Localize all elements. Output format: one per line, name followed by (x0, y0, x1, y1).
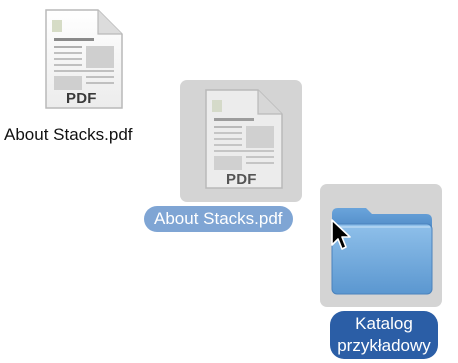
desktop: PDF About Stacks.pdf PDF About Stacks.pd… (0, 0, 458, 363)
pdf-file-icon[interactable]: PDF (36, 8, 132, 114)
pdf-badge: PDF (66, 90, 97, 107)
file-label-dragged[interactable]: About Stacks.pdf (144, 206, 293, 232)
folder-label[interactable]: Katalog przykładowy (330, 311, 438, 359)
pdf-file-icon-dragged[interactable]: PDF (196, 88, 292, 194)
pdf-badge: PDF (226, 171, 257, 188)
folder-label-line1: Katalog (355, 314, 413, 333)
arrow-cursor-icon (331, 219, 351, 250)
file-label[interactable]: About Stacks.pdf (4, 125, 133, 145)
folder-label-line2: przykładowy (337, 336, 431, 355)
